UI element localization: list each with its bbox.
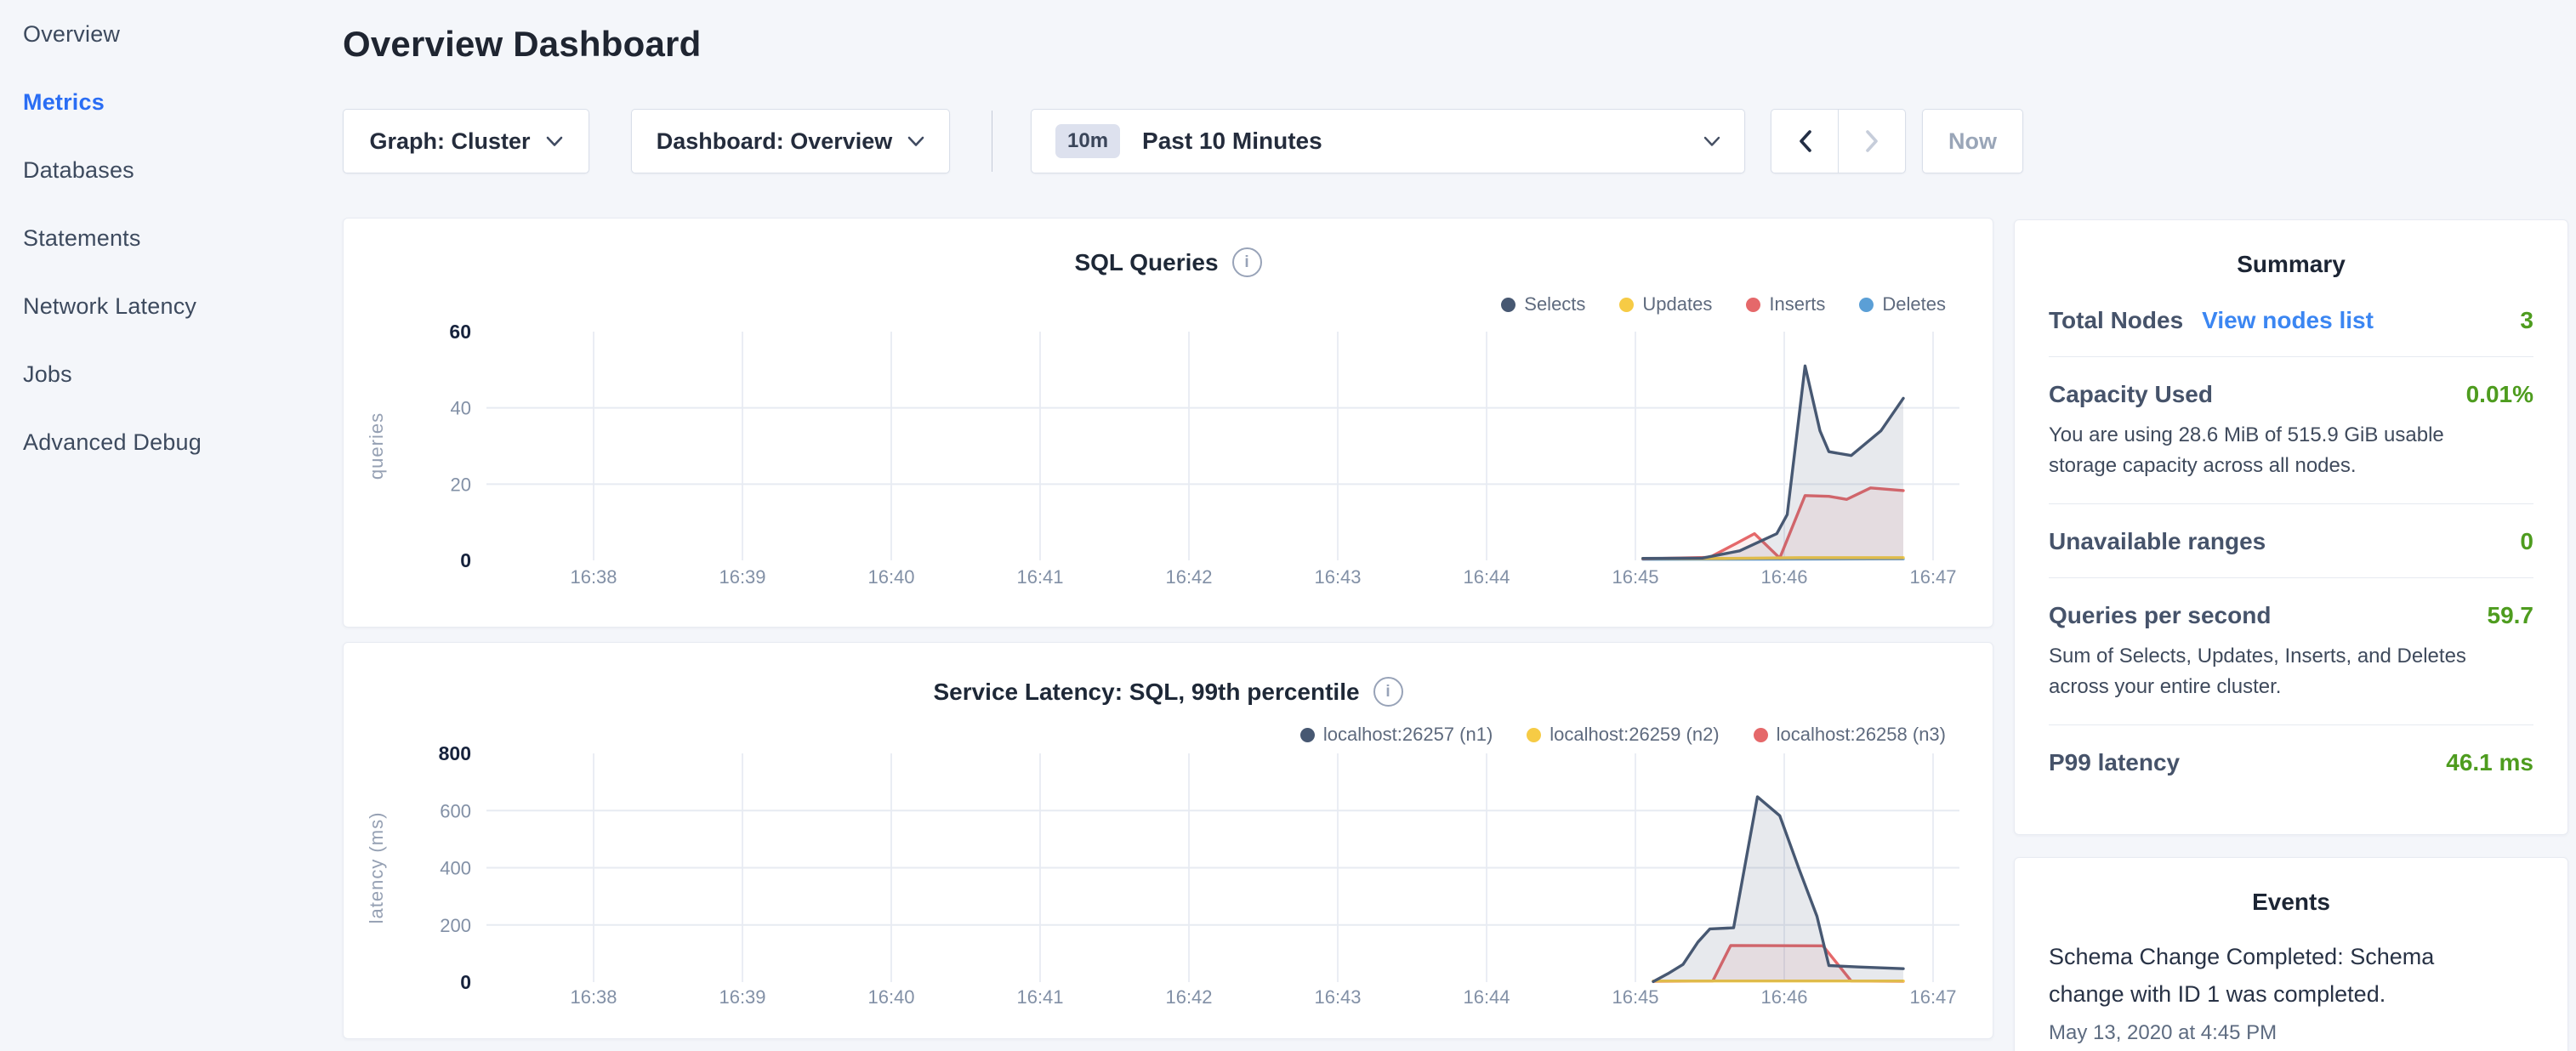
event-timestamp: May 13, 2020 at 4:45 PM xyxy=(2049,1021,2533,1045)
summary-row-label: Unavailable ranges xyxy=(2049,528,2266,555)
svg-text:600: 600 xyxy=(440,800,471,821)
sidebar-item-jobs[interactable]: Jobs xyxy=(23,340,312,408)
svg-text:60: 60 xyxy=(449,321,471,343)
svg-text:20: 20 xyxy=(451,474,471,495)
summary-row-header: Queries per second 59.7 xyxy=(2049,602,2533,629)
svg-text:16:38: 16:38 xyxy=(570,986,617,1008)
summary-row-label: Total Nodes xyxy=(2049,307,2183,334)
svg-text:16:42: 16:42 xyxy=(1165,986,1212,1008)
view-nodes-list-link[interactable]: View nodes list xyxy=(2202,307,2374,334)
svg-text:latency (ms): latency (ms) xyxy=(366,812,387,924)
summary-row-p99-latency: P99 latency 46.1 ms xyxy=(2049,725,2533,798)
sidebar-item-metrics[interactable]: Metrics xyxy=(23,68,312,136)
sidebar-item-databases[interactable]: Databases xyxy=(23,136,312,204)
svg-text:16:44: 16:44 xyxy=(1463,566,1510,588)
svg-text:16:45: 16:45 xyxy=(1612,566,1658,588)
chevron-down-icon xyxy=(907,136,924,147)
svg-text:200: 200 xyxy=(440,915,471,936)
prev-time-button[interactable] xyxy=(1771,110,1839,173)
summary-row-value: 0 xyxy=(2520,528,2533,555)
summary-row-description: You are using 28.6 MiB of 515.9 GiB usab… xyxy=(2049,420,2499,481)
summary-row-capacity-used: Capacity Used 0.01% You are using 28.6 MiB… xyxy=(2049,357,2533,504)
chart-plot-area: 16:38 16:39 16:40 16:41 16:42 16:43 16:44 16:45… xyxy=(344,643,1994,1038)
svg-text:16:38: 16:38 xyxy=(570,566,617,588)
summary-row-label: Capacity Used xyxy=(2049,381,2213,408)
chevron-down-icon xyxy=(546,136,563,147)
summary-row-queries-per-second: Queries per second 59.7 Sum of Selects, Up… xyxy=(2049,578,2533,725)
svg-text:400: 400 xyxy=(440,858,471,879)
svg-text:16:41: 16:41 xyxy=(1016,986,1063,1008)
events-title: Events xyxy=(2015,889,2567,916)
dashboard-dropdown-label: Dashboard: Overview xyxy=(657,128,893,155)
chevron-right-icon xyxy=(1865,129,1879,153)
summary-row-value: 46.1 ms xyxy=(2446,749,2533,776)
dashboard-dropdown[interactable]: Dashboard: Overview xyxy=(631,109,950,173)
sidebar-nav: OverviewMetricsDatabasesStatementsNetwor… xyxy=(23,0,312,476)
now-button[interactable]: Now xyxy=(1922,109,2023,173)
summary-row-unavailable-ranges: Unavailable ranges 0 xyxy=(2049,504,2533,578)
svg-text:16:43: 16:43 xyxy=(1314,986,1361,1008)
page-title: Overview Dashboard xyxy=(343,24,701,65)
summary-panel: Summary Total Nodes View nodes list 3 Capac… xyxy=(2014,219,2568,835)
svg-text:16:42: 16:42 xyxy=(1165,566,1212,588)
event-list-item: Schema Change Completed: Schema change w… xyxy=(2049,938,2533,1045)
service-latency-chart-card: Service Latency: SQL, 99th percentileilo… xyxy=(343,642,1993,1039)
summary-row-value: 59.7 xyxy=(2488,602,2534,629)
svg-text:0: 0 xyxy=(460,971,471,993)
svg-text:16:45: 16:45 xyxy=(1612,986,1658,1008)
svg-text:16:47: 16:47 xyxy=(1909,566,1956,588)
svg-text:16:40: 16:40 xyxy=(867,986,914,1008)
svg-text:16:46: 16:46 xyxy=(1760,566,1807,588)
sidebar-item-statements[interactable]: Statements xyxy=(23,204,312,272)
svg-text:queries: queries xyxy=(366,412,387,480)
svg-text:16:39: 16:39 xyxy=(719,986,765,1008)
chevron-left-icon xyxy=(1798,129,1812,153)
chart-plot-area: 16:38 16:39 16:40 16:41 16:42 16:43 16:44 16:45… xyxy=(344,219,1994,627)
svg-text:800: 800 xyxy=(439,742,471,764)
svg-text:16:40: 16:40 xyxy=(867,566,914,588)
summary-row-header: P99 latency 46.1 ms xyxy=(2049,749,2533,776)
sql-queries-chart-card: SQL QueriesiSelectsUpdatesInsertsDeletes… xyxy=(343,218,1993,628)
time-range-label: Past 10 Minutes xyxy=(1142,128,1322,155)
graph-dropdown[interactable]: Graph: Cluster xyxy=(343,109,589,173)
svg-text:16:41: 16:41 xyxy=(1016,566,1063,588)
svg-text:16:39: 16:39 xyxy=(719,566,765,588)
svg-text:16:46: 16:46 xyxy=(1760,986,1807,1008)
svg-text:16:47: 16:47 xyxy=(1909,986,1956,1008)
summary-row-label: P99 latency xyxy=(2049,749,2180,776)
graph-dropdown-label: Graph: Cluster xyxy=(369,128,530,155)
summary-row-header: Capacity Used 0.01% xyxy=(2049,381,2533,408)
next-time-button[interactable] xyxy=(1839,110,1905,173)
summary-row-header: Unavailable ranges 0 xyxy=(2049,528,2533,555)
summary-body: Total Nodes View nodes list 3 Capacity Used… xyxy=(2015,283,2567,798)
summary-title: Summary xyxy=(2015,251,2567,278)
event-text: Schema Change Completed: Schema change w… xyxy=(2049,938,2491,1013)
app-root: OverviewMetricsDatabasesStatementsNetwor… xyxy=(0,0,2576,1051)
svg-text:0: 0 xyxy=(460,549,471,571)
summary-row-value: 0.01% xyxy=(2466,381,2533,408)
sidebar-item-advanced-debug[interactable]: Advanced Debug xyxy=(23,408,312,476)
events-body: Schema Change Completed: Schema change w… xyxy=(2015,938,2567,1045)
summary-row-header: Total Nodes View nodes list 3 xyxy=(2049,307,2533,334)
time-window-badge: 10m xyxy=(1055,124,1120,158)
summary-row-description: Sum of Selects, Updates, Inserts, and De… xyxy=(2049,641,2499,702)
sidebar-item-network-latency[interactable]: Network Latency xyxy=(23,272,312,340)
svg-text:16:44: 16:44 xyxy=(1463,986,1510,1008)
svg-text:40: 40 xyxy=(451,398,471,419)
svg-text:16:43: 16:43 xyxy=(1314,566,1361,588)
chevron-down-icon xyxy=(1703,136,1720,147)
controls-bar: Graph: Cluster Dashboard: Overview 10m P… xyxy=(343,109,2023,173)
summary-row-label: Queries per second xyxy=(2049,602,2271,629)
summary-row-value: 3 xyxy=(2520,307,2533,334)
time-range-selector[interactable]: 10m Past 10 Minutes xyxy=(1031,109,1745,173)
time-pager xyxy=(1771,109,1906,173)
sidebar-item-overview[interactable]: Overview xyxy=(23,0,312,68)
summary-row-total-nodes: Total Nodes View nodes list 3 xyxy=(2049,283,2533,357)
events-panel: Events Schema Change Completed: Schema c… xyxy=(2014,857,2568,1051)
